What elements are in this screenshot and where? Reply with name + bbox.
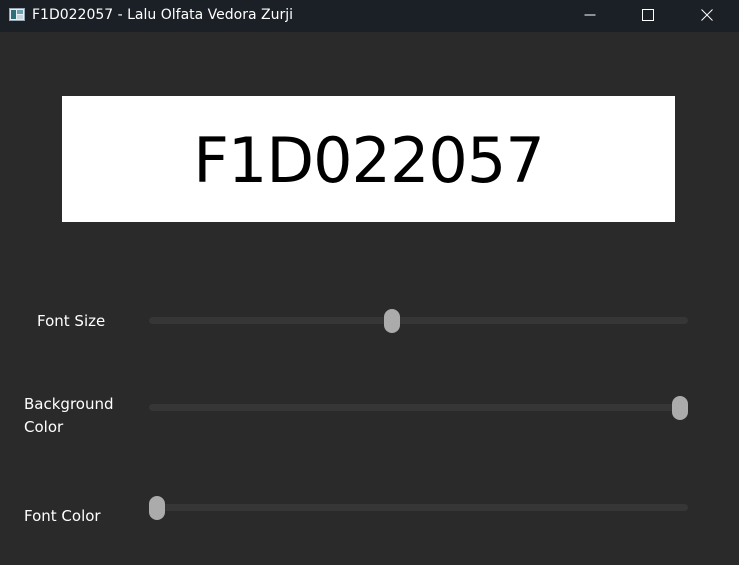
- app-window: F1D022057 - Lalu Olfata Vedora Zurji F1D…: [0, 0, 739, 565]
- background-color-label: Background Color: [24, 395, 114, 436]
- slider-thumb[interactable]: [672, 396, 688, 420]
- maximize-button[interactable]: [619, 0, 677, 30]
- close-icon: [701, 9, 713, 21]
- minimize-icon: [584, 14, 596, 16]
- slider-track[interactable]: [149, 504, 688, 511]
- close-button[interactable]: [678, 0, 736, 30]
- slider-track[interactable]: [149, 404, 688, 411]
- slider-thumb[interactable]: [149, 496, 165, 520]
- preview-box: F1D022057: [62, 96, 675, 222]
- slider-track[interactable]: [149, 317, 688, 324]
- font-color-label: Font Color: [24, 507, 101, 525]
- font-size-slider[interactable]: [149, 309, 688, 333]
- minimize-button[interactable]: [561, 0, 619, 30]
- title-bar[interactable]: F1D022057 - Lalu Olfata Vedora Zurji: [0, 0, 739, 32]
- app-window-icon: [9, 8, 25, 21]
- font-color-slider[interactable]: [149, 496, 688, 520]
- maximize-icon: [642, 9, 654, 21]
- slider-thumb[interactable]: [384, 309, 401, 333]
- window-title: F1D022057 - Lalu Olfata Vedora Zurji: [32, 7, 294, 23]
- font-size-label: Font Size: [37, 312, 106, 330]
- preview-text: F1D022057: [193, 124, 545, 197]
- background-color-slider[interactable]: [149, 396, 688, 420]
